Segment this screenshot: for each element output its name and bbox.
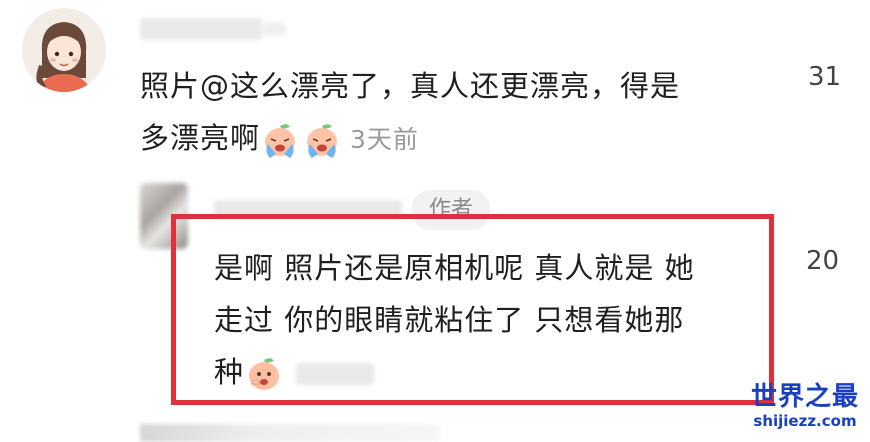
watermark-title: 世界之最 xyxy=(750,382,859,412)
comment-line-2: 多漂亮啊 3天前 xyxy=(140,112,680,166)
site-watermark: 世界之最 shijiezz.com xyxy=(746,382,864,430)
highlight-annotation-box xyxy=(171,214,774,405)
comment-line-2-text: 多漂亮啊 xyxy=(140,121,261,155)
crying-peach-emoji-icon xyxy=(302,120,342,160)
commenter-name-blurred xyxy=(140,18,262,40)
commenter-avatar[interactable] xyxy=(22,8,106,92)
comment-timestamp: 3天前 xyxy=(350,125,419,154)
commenter-name-blurred-tail xyxy=(262,22,286,36)
girl-avatar-illustration xyxy=(22,8,106,92)
comment-like-count[interactable]: 31 xyxy=(808,62,841,92)
comment-body: 照片@这么漂亮了，真人还更漂亮，得是 多漂亮啊 3天前 xyxy=(140,60,680,166)
comment-line-1: 照片@这么漂亮了，真人还更漂亮，得是 xyxy=(140,69,681,103)
next-reply-partial xyxy=(140,424,440,442)
watermark-url: shijiezz.com xyxy=(753,412,857,430)
reply-like-count[interactable]: 20 xyxy=(806,246,839,276)
crying-peach-emoji-icon xyxy=(260,120,300,160)
